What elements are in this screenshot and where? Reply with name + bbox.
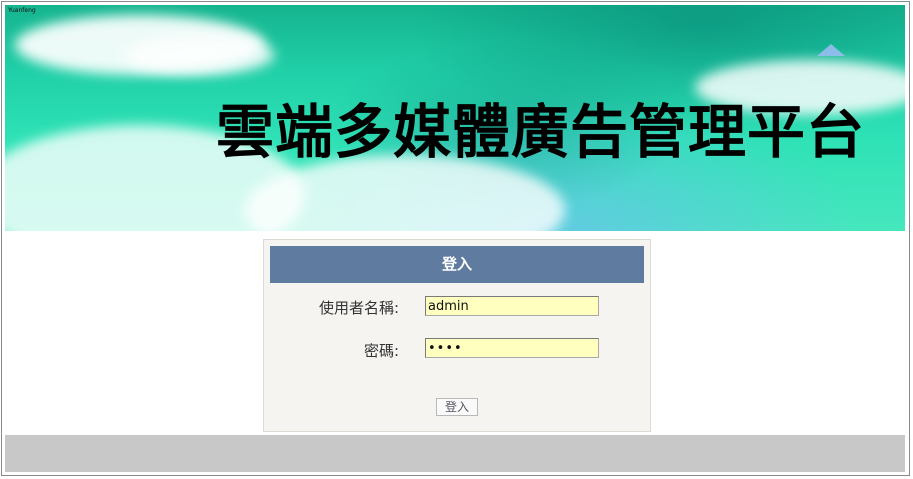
- login-button[interactable]: 登入: [436, 398, 478, 416]
- sparkle-icon: [817, 44, 845, 56]
- banner-logo: Yuanfeng: [8, 7, 36, 14]
- password-input[interactable]: [425, 338, 599, 358]
- username-label: 使用者名稱:: [318, 299, 399, 317]
- username-input[interactable]: [425, 296, 599, 316]
- banner-title: 雲端多媒體廣告管理平台: [215, 98, 865, 166]
- password-label: 密碼:: [363, 342, 399, 360]
- login-header: 登入: [270, 246, 644, 283]
- footer-bar: [5, 435, 905, 472]
- cloud-shape: [125, 35, 275, 75]
- login-panel: 登入 使用者名稱: 密碼: 登入: [263, 239, 651, 432]
- banner: Yuanfeng 雲端多媒體廣告管理平台: [5, 5, 905, 231]
